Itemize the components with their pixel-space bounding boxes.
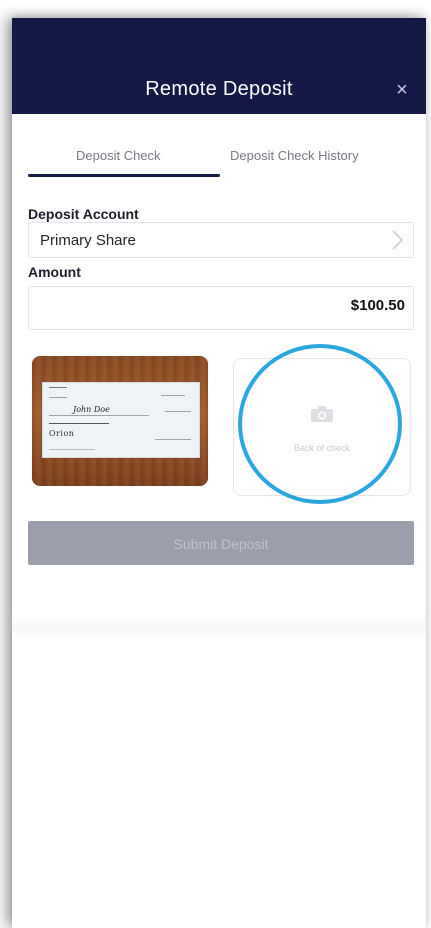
check-date-rule xyxy=(161,395,185,396)
check-bank-name: Orion xyxy=(49,429,75,438)
check-paper: John Doe Orion xyxy=(42,382,200,458)
submit-deposit-button[interactable]: Submit Deposit xyxy=(28,521,414,565)
deposit-account-value: Primary Share xyxy=(40,232,136,249)
page-title: Remote Deposit xyxy=(145,78,293,100)
close-icon[interactable]: × xyxy=(392,80,412,100)
check-payee: John Doe xyxy=(73,405,110,414)
tab-deposit-check[interactable]: Deposit Check xyxy=(76,148,161,163)
check-amount-rule xyxy=(165,411,191,412)
amount-input[interactable]: $100.50 xyxy=(28,286,414,330)
active-tab-indicator xyxy=(28,174,220,177)
amount-value: $100.50 xyxy=(350,297,405,314)
check-written-amount-rule xyxy=(49,423,109,424)
amount-label: Amount xyxy=(28,264,81,280)
deposit-account-label: Deposit Account xyxy=(28,206,139,222)
tab-bar: Deposit Check Deposit Check History xyxy=(12,114,426,180)
check-rule xyxy=(49,397,67,398)
check-front-image[interactable]: John Doe Orion xyxy=(32,356,208,486)
tab-deposit-check-history[interactable]: Deposit Check History xyxy=(230,148,359,163)
check-micr-line xyxy=(49,449,95,450)
deposit-account-select[interactable]: Primary Share xyxy=(28,222,414,258)
check-payee-rule xyxy=(49,415,149,416)
check-address-block xyxy=(49,387,67,396)
app-screen: Remote Deposit × Deposit Check Deposit C… xyxy=(12,18,426,928)
header-bar: Remote Deposit × xyxy=(12,18,426,114)
check-signature-rule xyxy=(155,439,191,440)
chevron-right-icon xyxy=(392,230,404,250)
divider-shadow xyxy=(12,613,426,643)
highlight-circle xyxy=(238,344,402,504)
